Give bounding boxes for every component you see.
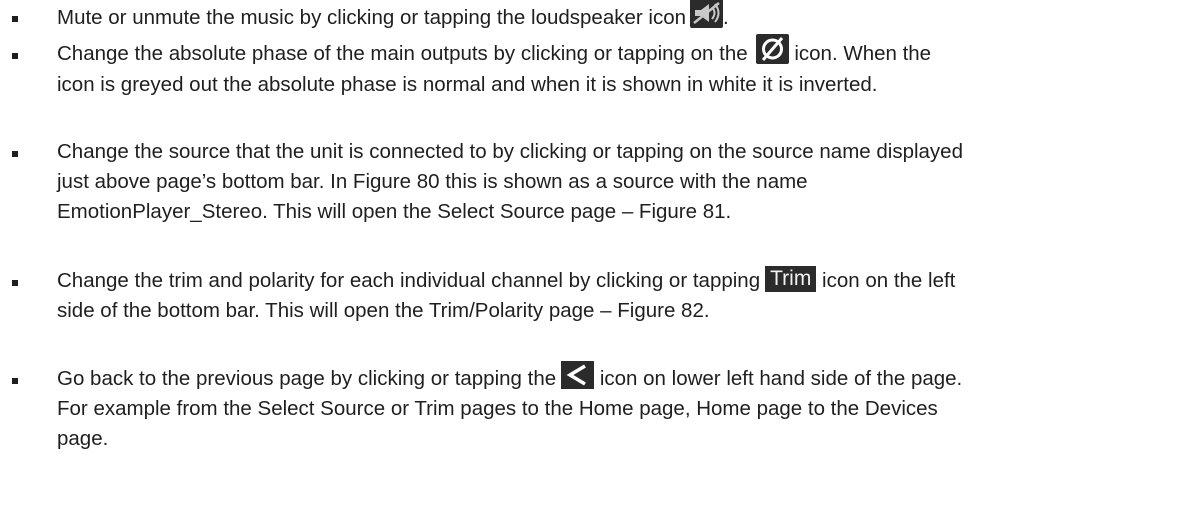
bullet-marker	[12, 280, 18, 286]
list-item-text: Change the absolute phase of the main ou…	[57, 33, 1181, 100]
text-line: Change the source that the unit is conne…	[57, 140, 963, 163]
bullet-marker	[12, 53, 18, 59]
text-line: EmotionPlayer_Stereo. This will open the…	[57, 200, 732, 223]
bullet-marker	[12, 16, 18, 22]
document-page: Mute or unmute the music by clicking or …	[0, 0, 1183, 526]
loudspeaker-muted-icon	[690, 0, 724, 28]
text-line: Change the trim and polarity for each in…	[57, 269, 761, 292]
text-line: Go back to the previous page by clicking…	[57, 367, 557, 390]
text-line: .	[723, 6, 729, 29]
text-line: Change the absolute phase of the main ou…	[57, 42, 748, 65]
back-chevron-icon	[561, 360, 595, 389]
list-item-text: Change the trim and polarity for each in…	[57, 265, 1181, 326]
list-item-text: Change the source that the unit is conne…	[57, 137, 1181, 227]
text-line: icon on the left	[822, 269, 956, 292]
text-line: icon on lower left hand side of the page…	[599, 367, 963, 390]
text-line: just above page’s bottom bar. In Figure …	[57, 170, 808, 193]
text-line: page.	[57, 427, 109, 450]
list-item-text: Mute or unmute the music by clicking or …	[57, 0, 1181, 34]
text-line: Mute or unmute the music by clicking or …	[57, 6, 687, 29]
text-line: icon. When the	[794, 42, 932, 65]
text-line: icon is greyed out the absolute phase is…	[57, 72, 878, 96]
trim-icon: Trim	[765, 265, 817, 292]
text-line: For example from the Select Source or Tr…	[57, 397, 938, 420]
list-item-text: Go back to the previous page by clicking…	[57, 360, 1181, 454]
phase-invert-icon	[755, 33, 789, 64]
text-line: side of the bottom bar. This will open t…	[57, 299, 710, 322]
bullet-marker	[12, 151, 18, 157]
bullet-marker	[12, 378, 18, 384]
